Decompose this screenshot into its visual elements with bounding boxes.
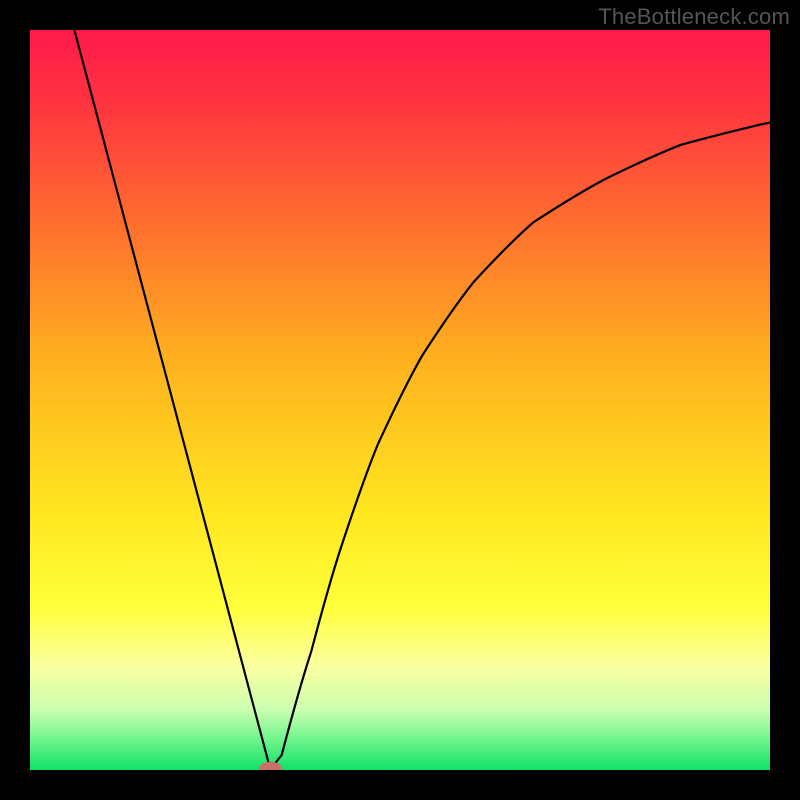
plot-area (30, 30, 770, 770)
chart-frame: TheBottleneck.com (0, 0, 800, 800)
chart-svg (30, 30, 770, 770)
watermark-text: TheBottleneck.com (598, 4, 790, 30)
